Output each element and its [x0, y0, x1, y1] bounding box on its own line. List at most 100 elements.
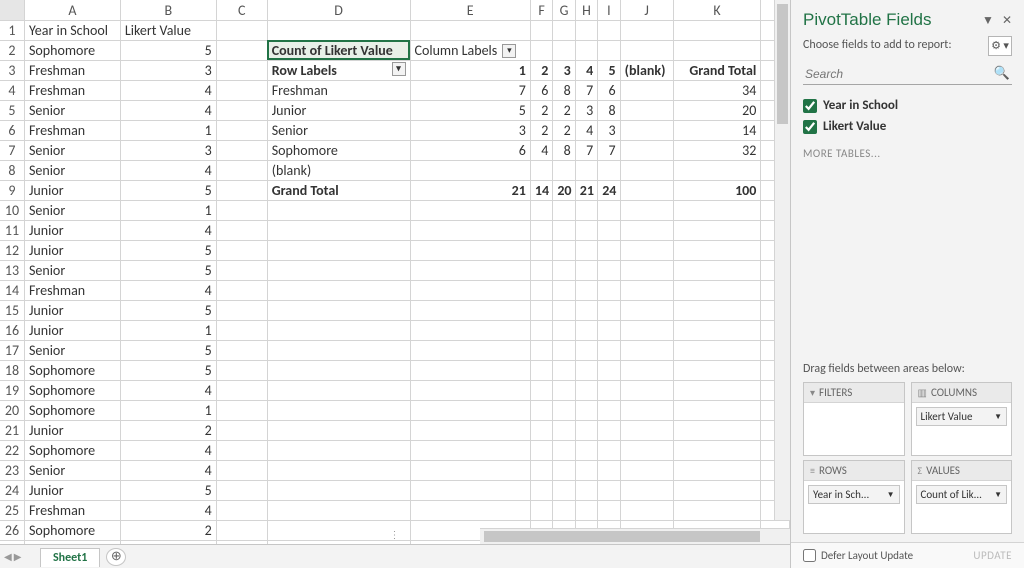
cell[interactable] — [553, 380, 575, 400]
cell[interactable]: 15 — [0, 300, 24, 320]
pane-dropdown-icon[interactable]: ▼ — [982, 13, 994, 28]
cell[interactable] — [620, 500, 673, 520]
cell[interactable] — [620, 180, 673, 200]
cell[interactable]: 3 — [120, 140, 216, 160]
cell[interactable] — [267, 440, 410, 460]
col-header[interactable]: I — [598, 0, 620, 20]
cell[interactable]: 1 — [0, 20, 24, 40]
col-header[interactable]: B — [120, 0, 216, 20]
cell[interactable]: 5 — [120, 480, 216, 500]
cell[interactable] — [620, 120, 673, 140]
cell[interactable] — [216, 200, 267, 220]
cell[interactable] — [216, 40, 267, 60]
cell[interactable] — [553, 260, 575, 280]
cell[interactable] — [673, 320, 761, 340]
col-header[interactable]: C — [216, 0, 267, 20]
cell[interactable] — [267, 220, 410, 240]
col-header[interactable]: G — [553, 0, 575, 20]
cell[interactable] — [530, 420, 552, 440]
cell[interactable] — [410, 400, 530, 420]
cell[interactable] — [267, 360, 410, 380]
cell[interactable]: 3 — [575, 100, 597, 120]
split-handle-icon[interactable]: ⋮ — [390, 528, 401, 541]
cell[interactable] — [598, 380, 620, 400]
cell[interactable]: 5 — [120, 180, 216, 200]
cell[interactable] — [216, 60, 267, 80]
cell[interactable] — [575, 460, 597, 480]
cell[interactable] — [553, 200, 575, 220]
cell[interactable] — [410, 220, 530, 240]
cell[interactable] — [216, 20, 267, 40]
cell[interactable] — [673, 200, 761, 220]
cell[interactable]: 3 — [120, 60, 216, 80]
cell[interactable]: 18 — [0, 360, 24, 380]
cell[interactable]: 5 — [0, 100, 24, 120]
cell[interactable] — [530, 40, 552, 60]
cell[interactable]: Senior — [24, 460, 120, 480]
cell[interactable] — [267, 280, 410, 300]
cell[interactable] — [620, 80, 673, 100]
cell[interactable]: Sophomore — [24, 400, 120, 420]
values-area[interactable]: ΣVALUES Count of Lik...▼ — [911, 460, 1013, 534]
cell[interactable] — [575, 380, 597, 400]
cell[interactable]: 8 — [0, 160, 24, 180]
cell[interactable] — [410, 240, 530, 260]
cell[interactable] — [553, 360, 575, 380]
cell[interactable]: 8 — [553, 140, 575, 160]
cell[interactable]: 12 — [0, 240, 24, 260]
cell[interactable] — [267, 460, 410, 480]
cell[interactable] — [620, 440, 673, 460]
cell[interactable] — [530, 300, 552, 320]
cell[interactable] — [553, 40, 575, 60]
cell[interactable] — [575, 300, 597, 320]
cell[interactable] — [598, 460, 620, 480]
cell[interactable] — [620, 200, 673, 220]
cell[interactable] — [267, 20, 410, 40]
cell[interactable] — [598, 420, 620, 440]
cell[interactable]: 4 — [120, 280, 216, 300]
col-header[interactable]: F — [530, 0, 552, 20]
field-chip[interactable]: Count of Lik...▼ — [916, 485, 1008, 504]
cell[interactable] — [553, 400, 575, 420]
cell[interactable] — [267, 260, 410, 280]
cell[interactable] — [553, 240, 575, 260]
cell[interactable]: Freshman — [24, 60, 120, 80]
cell[interactable] — [620, 160, 673, 180]
cell[interactable]: Column Labels ▾ — [410, 40, 530, 60]
sheet-tab[interactable]: Sheet1 — [40, 548, 100, 567]
cell[interactable] — [530, 380, 552, 400]
cell[interactable] — [575, 480, 597, 500]
cell[interactable] — [410, 260, 530, 280]
cell[interactable]: 2 — [120, 520, 216, 540]
cell[interactable] — [673, 340, 761, 360]
field-checkbox[interactable] — [803, 120, 817, 134]
cell[interactable]: 6 — [598, 80, 620, 100]
cell[interactable] — [410, 20, 530, 40]
cell[interactable] — [216, 120, 267, 140]
cell[interactable]: Junior — [267, 100, 410, 120]
cell[interactable] — [216, 160, 267, 180]
cell[interactable]: 2 — [530, 100, 552, 120]
cell[interactable] — [530, 360, 552, 380]
cell[interactable]: 21 — [410, 180, 530, 200]
cell[interactable]: 24 — [598, 180, 620, 200]
cell[interactable] — [620, 140, 673, 160]
cell[interactable]: Freshman — [24, 280, 120, 300]
cell[interactable] — [598, 240, 620, 260]
cell[interactable] — [530, 480, 552, 500]
cell[interactable] — [530, 200, 552, 220]
cell[interactable]: 8 — [553, 80, 575, 100]
cell[interactable] — [216, 520, 267, 540]
cell[interactable] — [620, 480, 673, 500]
cell[interactable] — [598, 280, 620, 300]
tab-nav-arrows[interactable]: ◀▶ — [4, 550, 21, 563]
cell[interactable] — [575, 220, 597, 240]
cell[interactable]: (blank) — [620, 60, 673, 80]
cell[interactable] — [553, 460, 575, 480]
cell[interactable]: 23 — [0, 460, 24, 480]
cell[interactable] — [216, 440, 267, 460]
cell[interactable] — [530, 500, 552, 520]
cell[interactable] — [620, 280, 673, 300]
cell[interactable] — [410, 460, 530, 480]
cell[interactable] — [620, 240, 673, 260]
